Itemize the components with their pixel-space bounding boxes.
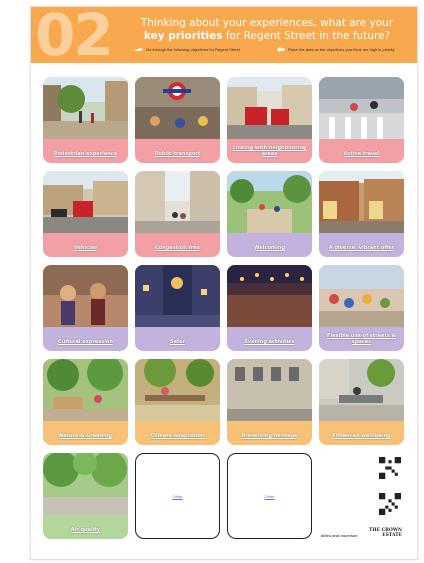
evening-lights-photo [227,265,312,327]
regent-street-buses-photo [227,77,312,139]
card-title: Climate adaptation [150,433,205,439]
instruction-left: Go through the following objectives for … [135,47,240,52]
objectives-grid: Pedestrian experience Public transport L… [43,77,405,539]
shopfronts-photo [319,171,404,233]
clear-street-photo [135,171,220,233]
headline-rest: for Regent Street in the future? [225,30,391,42]
card-title: Nature & Greening [59,433,112,439]
objective-card-linking-areas[interactable]: Linking with neighbouring areas [227,77,312,163]
header-banner: 02 Thinking about your experiences, what… [31,7,417,69]
headline-key-priorities: key priorities [143,30,223,42]
objective-card-congestion-free[interactable]: Congestion free [135,171,220,257]
card-title: Linking with neighbouring areas [232,145,307,157]
card-title: Safer [169,339,185,345]
hand-pointer-icon [135,48,143,51]
other-card-2[interactable]: Other [227,453,312,539]
card-title: A diverse, vibrant offer [328,245,395,251]
other-label: Other [264,493,275,499]
instruction-right-text: Place the dots on the objectives you thi… [288,47,395,52]
card-title: Welcoming [254,245,285,251]
seating-area-photo [319,359,404,421]
objective-card-pedestrian-experience[interactable]: Pedestrian experience [43,77,128,163]
partner-logos: allies and morrison THE CROWN ESTATE [321,527,404,539]
planters-photo [43,359,128,421]
sticky-dot-icon [277,47,285,52]
objective-card-cultural-expression[interactable]: Cultural expression [43,265,128,351]
qr-info-panel: allies and morrison THE CROWN ESTATE [319,453,404,539]
green-square-photo [227,171,312,233]
heritage-facade-photo [227,359,312,421]
qr-code-icon[interactable] [379,457,401,479]
objective-card-vehicles[interactable]: Vehicles [43,171,128,257]
headline-line1: Thinking about your experiences, what ar… [140,17,394,29]
objective-card-climate-adaptation[interactable]: Climate adaptation [135,359,220,445]
instruction-right: Place the dots on the objectives you thi… [277,47,395,52]
headline: Thinking about your experiences, what ar… [125,17,409,43]
section-number: 02 [35,6,114,69]
tree-lined-street-photo [43,453,128,515]
objective-card-active-travel[interactable]: Active travel [319,77,404,163]
street-traffic-photo [43,171,128,233]
objective-card-welcoming[interactable]: Welcoming [227,171,312,257]
card-title: Evening activities [244,339,295,345]
card-title: Enhanced well-being [332,433,391,439]
pedestrian-street-photo [43,77,128,139]
objective-card-preserving-heritage[interactable]: Preserving heritage [227,359,312,445]
card-title: Active travel [343,151,380,157]
crown-estate-logo: THE CROWN ESTATE [368,528,402,539]
card-title: Cultural expression [58,339,113,345]
priorities-poster: 02 Thinking about your experiences, what… [30,6,418,560]
instruction-left-text: Go through the following objectives for … [146,47,240,52]
objective-card-diverse-offer[interactable]: A diverse, vibrant offer [319,171,404,257]
street-performers-photo [43,265,128,327]
card-title: Congestion free [155,245,200,251]
card-title: Preserving heritage [241,433,298,439]
objective-card-public-transport[interactable]: Public transport [135,77,220,163]
card-title: Vehicles [73,245,98,251]
qr-code-icon[interactable] [379,493,401,515]
card-title: Pedestrian experience [53,151,118,157]
objective-card-air-quality[interactable]: Air quality [43,453,128,539]
street-event-photo [319,265,404,327]
cyclists-crossing-photo [319,77,404,139]
night-street-photo [135,265,220,327]
objective-card-evening-activities[interactable]: Evening activities [227,265,312,351]
objective-card-nature-greening[interactable]: Nature & Greening [43,359,128,445]
other-card-1[interactable]: Other [135,453,220,539]
other-label: Other [172,493,183,499]
underground-station-photo [135,77,220,139]
objective-card-safer[interactable]: Safer [135,265,220,351]
card-title: Air quality [70,527,101,533]
shaded-seating-photo [135,359,220,421]
card-title: Public transport [154,151,201,157]
objective-card-flexible-use[interactable]: Flexible use of streets & spaces [319,265,404,351]
instructions: Go through the following objectives for … [131,47,411,57]
card-title: Flexible use of streets & spaces [327,333,396,345]
objective-card-enhanced-wellbeing[interactable]: Enhanced well-being [319,359,404,445]
allies-morrison-logo: allies and morrison [321,533,358,538]
